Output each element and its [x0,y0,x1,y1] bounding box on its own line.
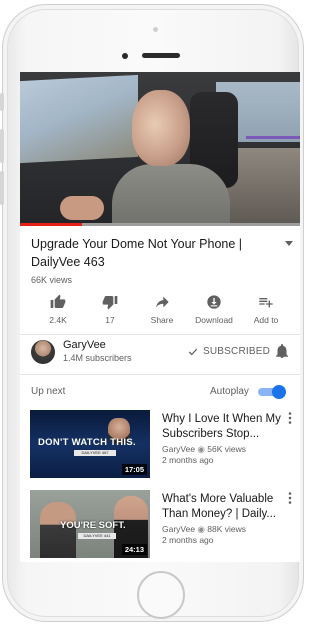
up-next-item[interactable]: YOU'RE SOFT. DAILYVEE 441 24:13 What's M… [30,490,296,560]
volume-down-button [0,171,4,205]
subscribed-label: SUBSCRIBED [203,346,271,357]
video-duration: 24:13 [121,544,147,555]
autoplay-toggle-knob [272,385,286,399]
up-next-title[interactable]: What's More Valuable Than Money? | Daily… [162,492,284,522]
sensor-dot [153,27,158,32]
video-title-row[interactable]: Upgrade Your Dome Not Your Phone | Daily… [31,235,293,271]
up-next-age: 2 months ago [162,535,214,545]
dislike-count: 17 [105,315,115,325]
player-frame-person-head [132,90,190,166]
up-next-views: 56K views [207,444,246,454]
up-next-meta: GaryVee ◉ 88K views [162,524,246,535]
up-next-title[interactable]: Why I Love It When My Subscribers Stop..… [162,412,284,442]
autoplay-toggle[interactable] [258,385,286,399]
thumbs-down-icon [102,296,118,310]
expand-description-icon[interactable] [285,241,293,246]
verified-icon: ◉ [197,524,205,534]
video-player[interactable] [20,72,300,226]
up-next-heading: Up next [31,386,66,397]
progress-bar-fill [20,223,82,226]
download-label: Download [195,315,233,325]
like-button[interactable]: 2.4K [32,294,84,328]
thumbnail-text: YOU'RE SOFT. [60,520,126,531]
player-frame-ambient-light [246,136,300,139]
subscribed-button[interactable]: SUBSCRIBED [188,346,270,357]
video-actions: 2.4K 17 Share Download Add to [32,294,294,328]
download-button[interactable]: Download [188,294,240,328]
app-screen: Upgrade Your Dome Not Your Phone | Daily… [20,72,300,562]
dislike-button[interactable]: 17 [84,294,136,328]
mute-switch [0,93,4,111]
add-to-button[interactable]: Add to [240,294,292,328]
thumbs-up-icon [50,294,66,308]
video-title: Upgrade Your Dome Not Your Phone | Daily… [31,237,243,269]
more-options-icon[interactable] [288,492,292,504]
up-next-channel: GaryVee [162,524,196,534]
verified-icon: ◉ [197,444,205,454]
earpiece-speaker [142,53,180,58]
video-thumbnail[interactable]: YOU'RE SOFT. DAILYVEE 441 24:13 [30,490,150,558]
thumbnail-tag: DAILYVEE 467 [74,450,116,456]
autoplay-label: Autoplay [210,386,249,397]
download-icon [207,295,221,309]
up-next-item[interactable]: DON'T WATCH THIS. DAILYVEE 467 17:05 Why… [30,410,296,480]
check-icon [188,348,198,355]
share-icon [156,296,169,308]
channel-avatar[interactable] [31,340,55,364]
player-frame-person-hand [60,196,104,220]
player-frame-person-body [112,164,230,226]
video-thumbnail[interactable]: DON'T WATCH THIS. DAILYVEE 467 17:05 [30,410,150,478]
video-duration: 17:05 [121,464,147,475]
up-next-meta: GaryVee ◉ 56K views [162,444,246,455]
thumbnail-tag: DAILYVEE 441 [78,533,116,539]
share-label: Share [150,315,174,325]
player-frame-window-left [20,74,138,164]
up-next-views: 88K views [207,524,246,534]
divider [20,374,300,375]
more-options-icon[interactable] [288,412,292,424]
like-count: 2.4K [49,315,67,325]
thumbnail-text: DON'T WATCH THIS. [38,437,136,448]
divider [20,334,300,335]
channel-name[interactable]: GaryVee [63,339,106,351]
view-count: 66K views [31,275,73,285]
front-camera [122,53,128,59]
up-next-channel: GaryVee [162,444,196,454]
up-next-age: 2 months ago [162,455,214,465]
add-to-playlist-icon [259,298,273,308]
progress-bar[interactable] [20,223,300,226]
share-button[interactable]: Share [136,294,188,328]
bell-icon[interactable] [276,344,288,358]
add-to-label: Add to [253,315,279,325]
home-button[interactable] [137,571,185,619]
subscriber-count: 1.4M subscribers [63,353,132,363]
volume-up-button [0,129,4,163]
